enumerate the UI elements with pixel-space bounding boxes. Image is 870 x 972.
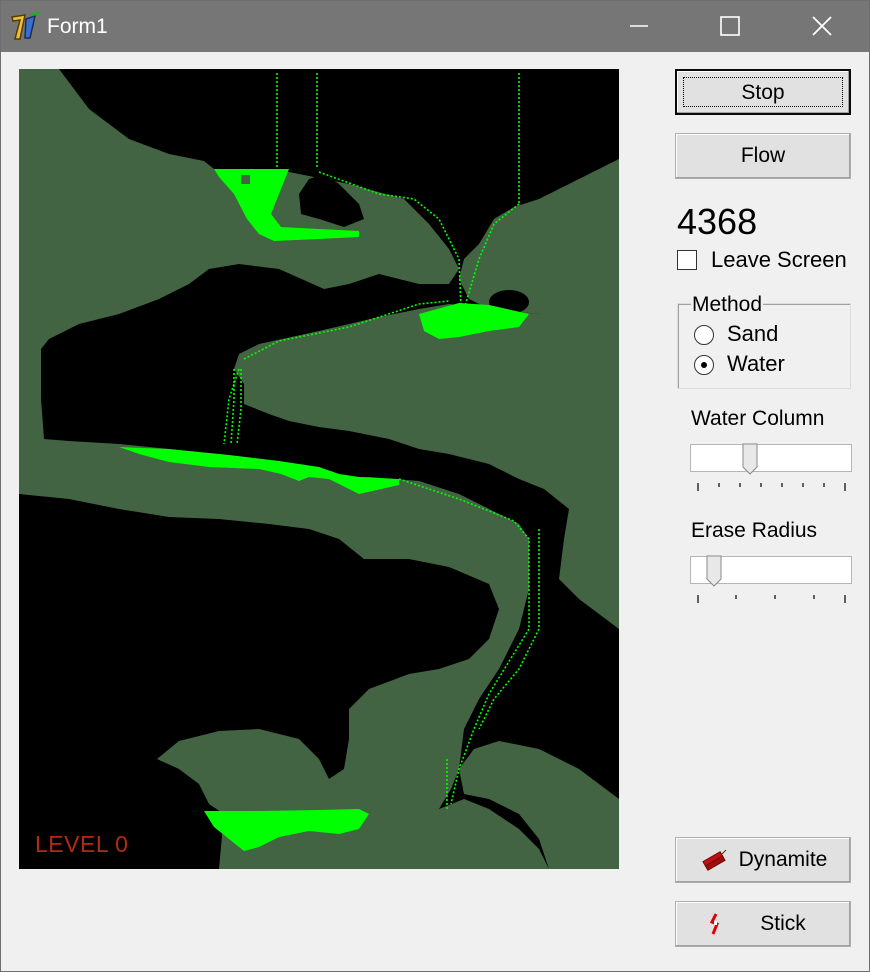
water-column-thumb[interactable] xyxy=(742,443,758,475)
erase-radius-ticks xyxy=(697,595,846,603)
sand-radio-label[interactable]: Sand xyxy=(727,321,778,347)
close-icon xyxy=(812,16,832,36)
game-canvas[interactable]: LEVEL 0 xyxy=(19,69,619,869)
stick-button[interactable]: Stick xyxy=(675,901,851,947)
minimize-button[interactable] xyxy=(593,1,685,52)
particle-counter: 4368 xyxy=(677,201,758,242)
stone-block xyxy=(241,175,250,184)
minimize-icon xyxy=(630,25,648,27)
flow-button[interactable]: Flow xyxy=(675,133,851,179)
window-title: Form1 xyxy=(47,15,108,38)
water-column-ticks xyxy=(697,483,846,491)
maximize-icon xyxy=(720,16,740,36)
flow-button-label: Flow xyxy=(740,144,786,167)
app-window: Form1 LEVEL 0 Stop Flow 4368 Leave Scree… xyxy=(0,0,870,972)
method-group-label: Method xyxy=(691,293,764,317)
close-button[interactable] xyxy=(777,1,869,52)
cave-map xyxy=(19,69,619,869)
dynamite-button-label: Dynamite xyxy=(738,848,828,871)
stick-button-label: Stick xyxy=(760,912,806,935)
maximize-button[interactable] xyxy=(685,1,777,52)
sand-radio[interactable] xyxy=(694,325,714,345)
level-label: LEVEL 0 xyxy=(35,831,129,857)
title-bar[interactable]: Form1 xyxy=(1,1,869,52)
stop-button-label: Stop xyxy=(741,81,785,104)
dynamite-button[interactable]: Dynamite xyxy=(675,837,851,883)
water-radio[interactable] xyxy=(694,355,714,375)
water-column-slider[interactable] xyxy=(690,443,852,475)
stop-button[interactable]: Stop xyxy=(675,69,851,115)
delphi-app-icon xyxy=(11,11,40,40)
erase-radius-label: Erase Radius xyxy=(691,519,818,542)
leave-screen-checkbox[interactable] xyxy=(677,250,697,270)
erase-radius-thumb[interactable] xyxy=(706,555,722,587)
water-column-label: Water Column xyxy=(691,407,825,430)
water-radio-label[interactable]: Water xyxy=(727,351,785,377)
leave-screen-label[interactable]: Leave Screen xyxy=(711,247,847,273)
erase-radius-slider[interactable] xyxy=(690,555,852,587)
